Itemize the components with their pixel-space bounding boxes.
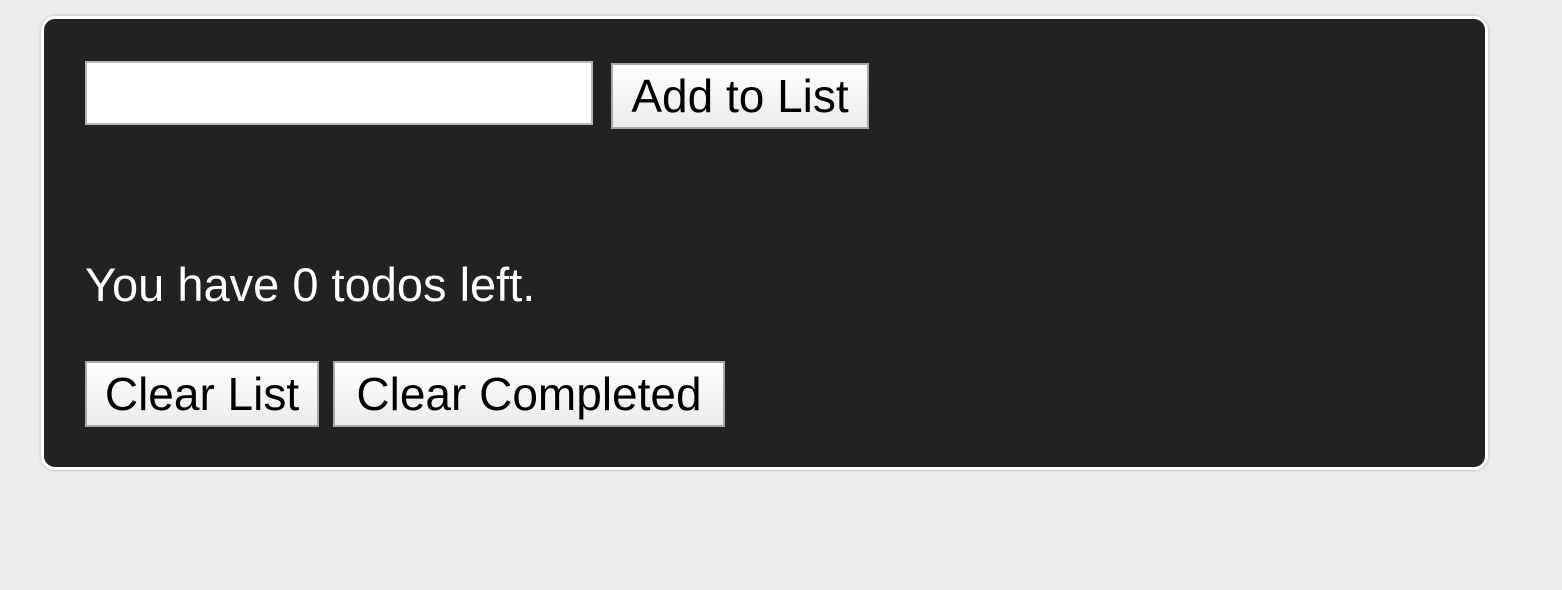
todo-list <box>85 149 1085 239</box>
todo-input[interactable] <box>85 61 593 125</box>
clear-completed-button[interactable]: Clear Completed <box>333 361 725 427</box>
clear-list-button[interactable]: Clear List <box>85 361 319 427</box>
todo-panel: Add to List You have 0 todos left. Clear… <box>41 16 1488 470</box>
todos-left-text: You have 0 todos left. <box>85 258 536 311</box>
add-to-list-button[interactable]: Add to List <box>611 63 869 129</box>
